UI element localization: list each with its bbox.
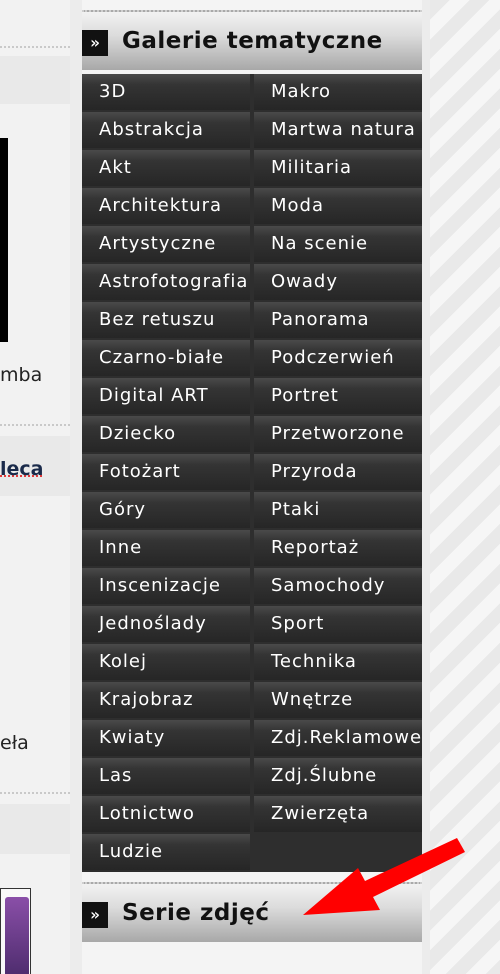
red-arrow-annotation: [303, 838, 465, 915]
arrow-shape: [303, 838, 465, 915]
